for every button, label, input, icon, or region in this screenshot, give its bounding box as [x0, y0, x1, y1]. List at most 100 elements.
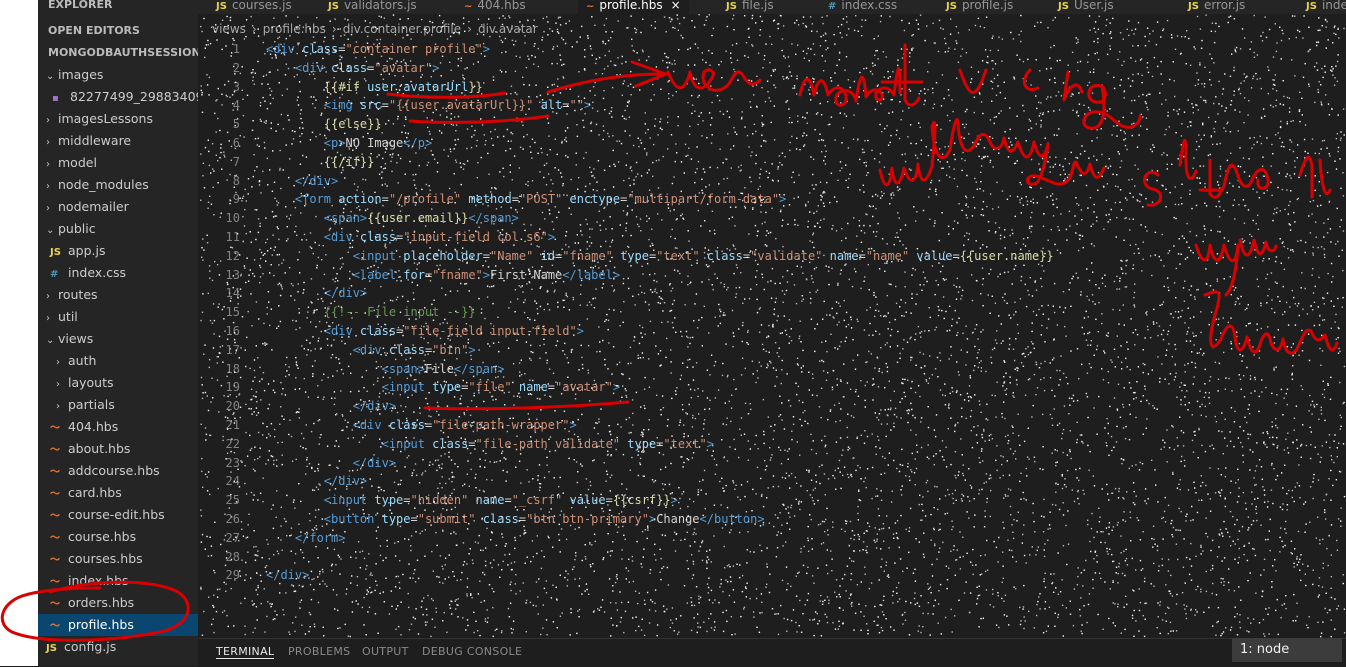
- editor-tab[interactable]: JSprofile.js: [938, 0, 1021, 14]
- tree-item-label: profile.hbs: [68, 617, 134, 632]
- explorer-sidebar: EXPLORER OPEN EDITORS MONGODBAUTHSESSION…: [38, 0, 198, 666]
- chevron-right-icon: ›: [46, 308, 58, 330]
- tree-item[interactable]: 〜profile.hbs: [38, 614, 198, 636]
- tab-output[interactable]: OUTPUT: [362, 645, 409, 658]
- code-token: class: [432, 437, 468, 451]
- tab-problems[interactable]: PROBLEMS: [288, 645, 350, 658]
- tree-item[interactable]: 〜orders.hbs: [38, 592, 198, 614]
- tree-item[interactable]: 〜card.hbs: [38, 482, 198, 504]
- code-token: "file-field input-field": [403, 324, 576, 338]
- tree-item[interactable]: ⌄public: [38, 218, 198, 240]
- tree-item-label: node_modules: [58, 177, 149, 192]
- tree-item[interactable]: 〜courses.hbs: [38, 548, 198, 570]
- open-editors-section[interactable]: OPEN EDITORS: [38, 20, 198, 42]
- code-token: =: [382, 98, 389, 112]
- editor-tab[interactable]: JSfile.js: [718, 0, 782, 14]
- tree-item[interactable]: ⌄views: [38, 328, 198, 350]
- editor-tab[interactable]: JSerror.js: [1180, 0, 1253, 14]
- line-number: 13: [198, 266, 240, 284]
- tree-item[interactable]: ›partials: [38, 394, 198, 416]
- tree-item[interactable]: ›middleware: [38, 130, 198, 152]
- code-editor[interactable]: 1<div class="container profile">2 <div c…: [198, 40, 1346, 640]
- code-token: type: [382, 512, 411, 526]
- breadcrumb-separator: ›: [467, 22, 472, 36]
- tree-item[interactable]: 〜course-edit.hbs: [38, 504, 198, 526]
- line-number: 15: [198, 303, 240, 321]
- terminal-select[interactable]: 1: node: [1232, 638, 1342, 662]
- chevron-right-icon: ›: [46, 176, 58, 198]
- css-file-icon: #: [50, 264, 64, 286]
- editor-tab[interactable]: ~404.hbs: [456, 0, 534, 14]
- code-line: 21 <div class="file-path-wrapper">: [198, 416, 1346, 434]
- tree-item[interactable]: 〜index.hbs: [38, 570, 198, 592]
- code-token: </button>: [700, 512, 765, 526]
- editor-tab[interactable]: JSUser.js: [1050, 0, 1122, 14]
- code-token: method: [468, 192, 511, 206]
- code-line: 2 <div class="avatar">: [198, 59, 1346, 77]
- line-number: 29: [198, 566, 240, 584]
- editor-tab[interactable]: JSvalidators.js: [320, 0, 425, 14]
- code-line: 18 <span>File</span>: [198, 360, 1346, 378]
- tree-item[interactable]: ›auth: [38, 350, 198, 372]
- tab-debug-console[interactable]: DEBUG CONSOLE: [422, 645, 522, 658]
- code-token: class: [389, 343, 425, 357]
- code-token: "": [569, 98, 583, 112]
- hbs-file-icon: 〜: [50, 440, 64, 462]
- bottom-panel: TERMINAL PROBLEMS OUTPUT DEBUG CONSOLE: [198, 638, 1346, 667]
- editor-tab[interactable]: JScourses.js: [208, 0, 300, 14]
- breadcrumb-item[interactable]: div.container.profile: [343, 22, 461, 36]
- code-line: 24 </div>: [198, 472, 1346, 490]
- close-icon[interactable]: ×: [671, 0, 681, 12]
- editor-tab[interactable]: ~profile.hbs×: [578, 0, 689, 14]
- js-file-icon: JS: [1306, 1, 1317, 12]
- line-number: 28: [198, 548, 240, 566]
- tree-item[interactable]: ▪82277499_29883409...: [38, 86, 198, 108]
- code-token: action: [338, 192, 381, 206]
- code-token: {{else}}: [324, 117, 382, 131]
- tree-item[interactable]: ›node_modules: [38, 174, 198, 196]
- tree-item[interactable]: JSconfig.js: [38, 636, 198, 658]
- code-token: name: [830, 249, 859, 263]
- tree-item[interactable]: 〜about.hbs: [38, 438, 198, 460]
- code-token: =: [504, 493, 511, 507]
- project-root-section[interactable]: MONGODBAUTHSESSION: [38, 42, 198, 64]
- indent: [266, 305, 324, 319]
- code-token: "btn": [432, 343, 468, 357]
- code-token: "{{user.avatarUrl}}": [389, 98, 541, 112]
- code-line: 22 <input class="file-path validate" typ…: [198, 435, 1346, 453]
- indent: [266, 418, 353, 432]
- code-token: "POST": [519, 192, 570, 206]
- code-token: <span>: [324, 211, 367, 225]
- indent: [266, 286, 324, 300]
- line-number: 9: [198, 190, 240, 208]
- tree-item[interactable]: ›util: [38, 306, 198, 328]
- code-token: {{user.name}}: [960, 249, 1054, 263]
- code-token: "Name": [490, 249, 541, 263]
- editor-tab[interactable]: #index.css: [820, 0, 905, 14]
- tree-item-label: orders.hbs: [68, 595, 134, 610]
- tab-terminal[interactable]: TERMINAL: [216, 645, 274, 659]
- code-token: "fname": [432, 268, 483, 282]
- tree-item[interactable]: #index.css: [38, 262, 198, 284]
- code-token: class: [360, 230, 396, 244]
- line-number: 8: [198, 172, 240, 190]
- tree-item-label: images: [58, 67, 103, 82]
- code-token: <p>: [324, 136, 346, 150]
- tree-item[interactable]: ›model: [38, 152, 198, 174]
- tree-item[interactable]: 〜404.hbs: [38, 416, 198, 438]
- tree-item[interactable]: ⌄images: [38, 64, 198, 86]
- tree-item[interactable]: 〜addcourse.hbs: [38, 460, 198, 482]
- activity-bar-strip: [0, 0, 38, 666]
- tree-item[interactable]: JSapp.js: [38, 240, 198, 262]
- tree-item[interactable]: ›nodemailer: [38, 196, 198, 218]
- tree-item[interactable]: 〜course.hbs: [38, 526, 198, 548]
- tree-item[interactable]: ›imagesLessons: [38, 108, 198, 130]
- breadcrumb-item[interactable]: views: [212, 22, 246, 36]
- breadcrumb-item[interactable]: profile.hbs: [263, 22, 326, 36]
- tree-item[interactable]: ›routes: [38, 284, 198, 306]
- tree-item[interactable]: ›layouts: [38, 372, 198, 394]
- editor-tab[interactable]: JSinde: [1298, 0, 1346, 14]
- code-line: 28: [198, 548, 1346, 566]
- breadcrumb-item[interactable]: div.avatar: [478, 22, 538, 36]
- code-token: </span>: [468, 211, 519, 225]
